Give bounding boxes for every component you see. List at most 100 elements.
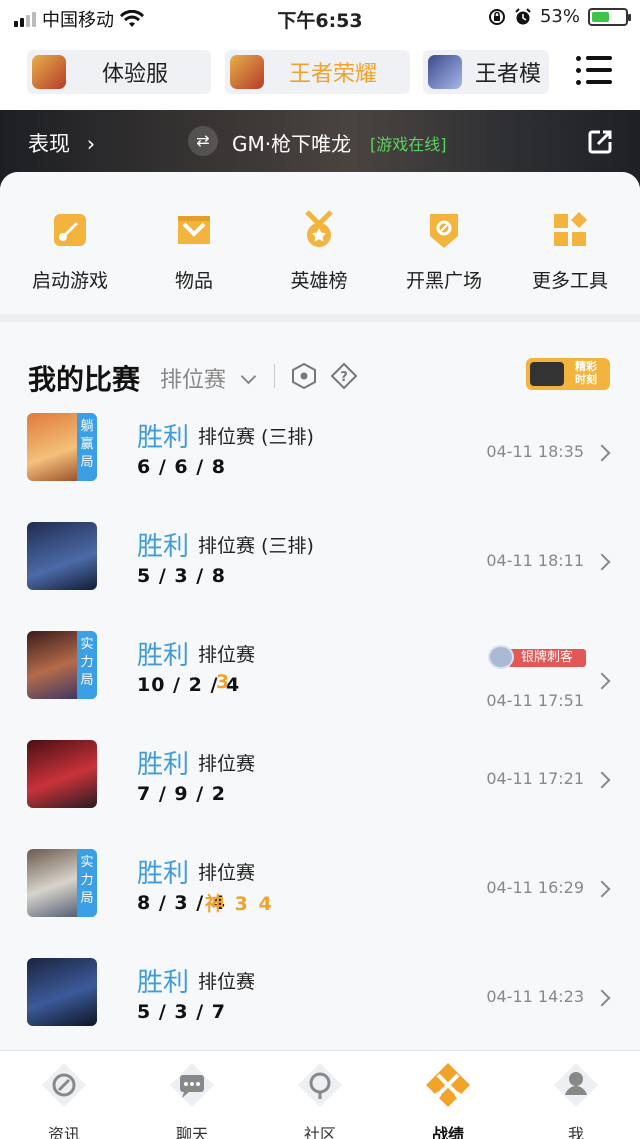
game-tab-simulator[interactable]: 王者模 — [423, 50, 549, 94]
game-thumb — [32, 55, 66, 89]
hero-avatar — [27, 958, 97, 1026]
medal-badge: 银牌刺客 — [488, 645, 586, 669]
match-row[interactable]: 躺赢局 胜利 排位赛 (三排) 6 / 6 / 8 04-11 18:35 — [0, 413, 640, 522]
game-tab-trial[interactable]: 体验服 — [27, 50, 211, 94]
match-result: 胜利 — [137, 423, 190, 453]
match-row[interactable]: 实力局胜利 排位赛 10 / 2 / 4 3 银牌刺客 04-11 17:51 — [0, 631, 640, 740]
tool-hero-rank[interactable]: 英雄榜 — [259, 210, 379, 293]
more-tools-icon — [554, 212, 587, 246]
filter-separator — [274, 364, 275, 388]
match-row[interactable]: 胜利 排位赛 7 / 9 / 2 04-11 17:21 — [0, 740, 640, 849]
chevron-right-icon — [593, 880, 611, 898]
performance-label: 表现 — [28, 132, 70, 156]
game-thumb — [428, 55, 462, 89]
chevron-right-icon — [593, 553, 611, 571]
hero-avatar — [27, 522, 97, 590]
launch-game-icon — [54, 214, 86, 246]
tool-label: 物品 — [174, 270, 213, 292]
match-time: 04-11 18:11 — [486, 551, 584, 570]
profile-icon — [554, 1063, 598, 1107]
chevron-right-icon — [593, 444, 611, 462]
game-thumb — [230, 55, 264, 89]
nav-community[interactable]: 社区 — [256, 1059, 384, 1139]
game-tab-label: 王者模 — [475, 62, 542, 87]
nav-label: 资讯 — [47, 1125, 80, 1139]
alarm-icon — [515, 7, 531, 24]
tool-more-tools[interactable]: 更多工具 — [510, 210, 630, 293]
tool-label: 更多工具 — [531, 270, 608, 292]
hero-avatar — [27, 740, 97, 808]
bottom-nav: 资讯 聊天 社区 战绩 我 — [0, 1050, 640, 1139]
hero-avatar: 实力局 — [27, 631, 97, 699]
status-right: 53% — [488, 6, 631, 27]
highlight-moments-button[interactable]: 精彩 时刻 — [526, 358, 610, 390]
match-kda: 7 / 9 / 2 — [137, 783, 226, 805]
video-camera-icon — [530, 362, 564, 386]
medal-label: 银牌刺客 — [508, 649, 586, 667]
team-square-icon — [430, 214, 458, 248]
match-result: 胜利 — [137, 968, 190, 998]
match-result: 胜利 — [137, 859, 190, 889]
performance-link[interactable]: 表现 › — [28, 128, 95, 158]
main-card: 启动游戏 物品 英雄榜 开黑广场 更多工具 我的比赛 排位赛 ? 精彩 时刻 躺… — [0, 172, 640, 1052]
record-icon — [426, 1063, 470, 1107]
highlight-label: 精彩 时刻 — [575, 360, 597, 386]
online-status: [游戏在线] — [370, 135, 447, 154]
tool-launch-game[interactable]: 启动游戏 — [10, 210, 130, 293]
match-kda: 5 / 3 / 8 — [137, 565, 226, 587]
match-mode: 排位赛 — [198, 753, 256, 775]
game-tab-label: 王者荣耀 — [289, 62, 378, 87]
status-bar: 中国移动 下午6:53 53% — [0, 0, 640, 36]
share-icon[interactable] — [586, 128, 614, 156]
hero-avatar: 实力局 — [27, 849, 97, 917]
match-mode: 排位赛 (三排) — [198, 535, 314, 557]
match-time: 04-11 14:23 — [486, 987, 584, 1006]
chevron-right-icon: › — [86, 132, 96, 156]
tool-label: 英雄榜 — [290, 270, 348, 292]
match-badges: 神 3 4 — [205, 893, 274, 915]
match-time: 04-11 18:35 — [486, 442, 584, 461]
match-row[interactable]: 实力局胜利 排位赛 8 / 3 / 4神 3 4 04-11 16:29 — [0, 849, 640, 958]
game-tab-honor-of-kings[interactable]: 王者荣耀 — [225, 50, 410, 94]
match-kda: 5 / 3 / 7 — [137, 1001, 226, 1023]
tool-items[interactable]: 物品 — [134, 210, 254, 293]
match-time: 04-11 17:51 — [486, 691, 584, 710]
switch-role-icon[interactable]: ⇄ — [188, 126, 218, 156]
battery-percent: 53% — [539, 6, 580, 27]
nav-record[interactable]: 战绩 — [384, 1059, 512, 1139]
match-badges: 3 — [216, 671, 232, 693]
match-tag: 实力局 — [77, 849, 97, 917]
match-row[interactable]: 胜利 排位赛 (三排) 5 / 3 / 8 04-11 18:11 — [0, 522, 640, 631]
rotation-lock-icon — [488, 8, 505, 25]
match-result: 胜利 — [137, 641, 190, 671]
chevron-right-icon — [593, 672, 611, 690]
match-mode: 排位赛 (三排) — [198, 426, 314, 448]
match-result: 胜利 — [137, 532, 190, 562]
tool-team-square[interactable]: 开黑广场 — [384, 210, 504, 293]
match-tag: 躺赢局 — [77, 413, 97, 481]
mode-filter-dropdown[interactable]: 排位赛 — [160, 362, 257, 394]
match-tag: 实力局 — [77, 631, 97, 699]
nav-label: 战绩 — [431, 1125, 464, 1139]
tool-label: 启动游戏 — [31, 270, 108, 292]
section-title: 我的比赛 — [28, 363, 141, 396]
player-name[interactable]: GM·枪下唯龙 — [232, 128, 351, 157]
nav-news[interactable]: 资讯 — [0, 1059, 128, 1139]
settings-hex-icon[interactable] — [290, 362, 318, 390]
hero-avatar: 躺赢局 — [27, 413, 97, 481]
match-result: 胜利 — [137, 750, 190, 780]
community-icon — [298, 1063, 342, 1107]
match-mode: 排位赛 — [198, 971, 256, 993]
items-icon — [178, 216, 210, 244]
nav-profile[interactable]: 我 — [512, 1059, 640, 1139]
nav-chat[interactable]: 聊天 — [128, 1059, 256, 1139]
nav-label: 我 — [567, 1125, 584, 1139]
help-icon[interactable]: ? — [330, 362, 358, 390]
chevron-right-icon — [593, 771, 611, 789]
menu-icon[interactable] — [576, 56, 612, 86]
section-divider — [0, 314, 640, 322]
mode-filter-label: 排位赛 — [160, 368, 227, 393]
chevron-down-icon — [240, 368, 257, 385]
match-time: 04-11 16:29 — [486, 878, 584, 897]
match-time: 04-11 17:21 — [486, 769, 584, 788]
